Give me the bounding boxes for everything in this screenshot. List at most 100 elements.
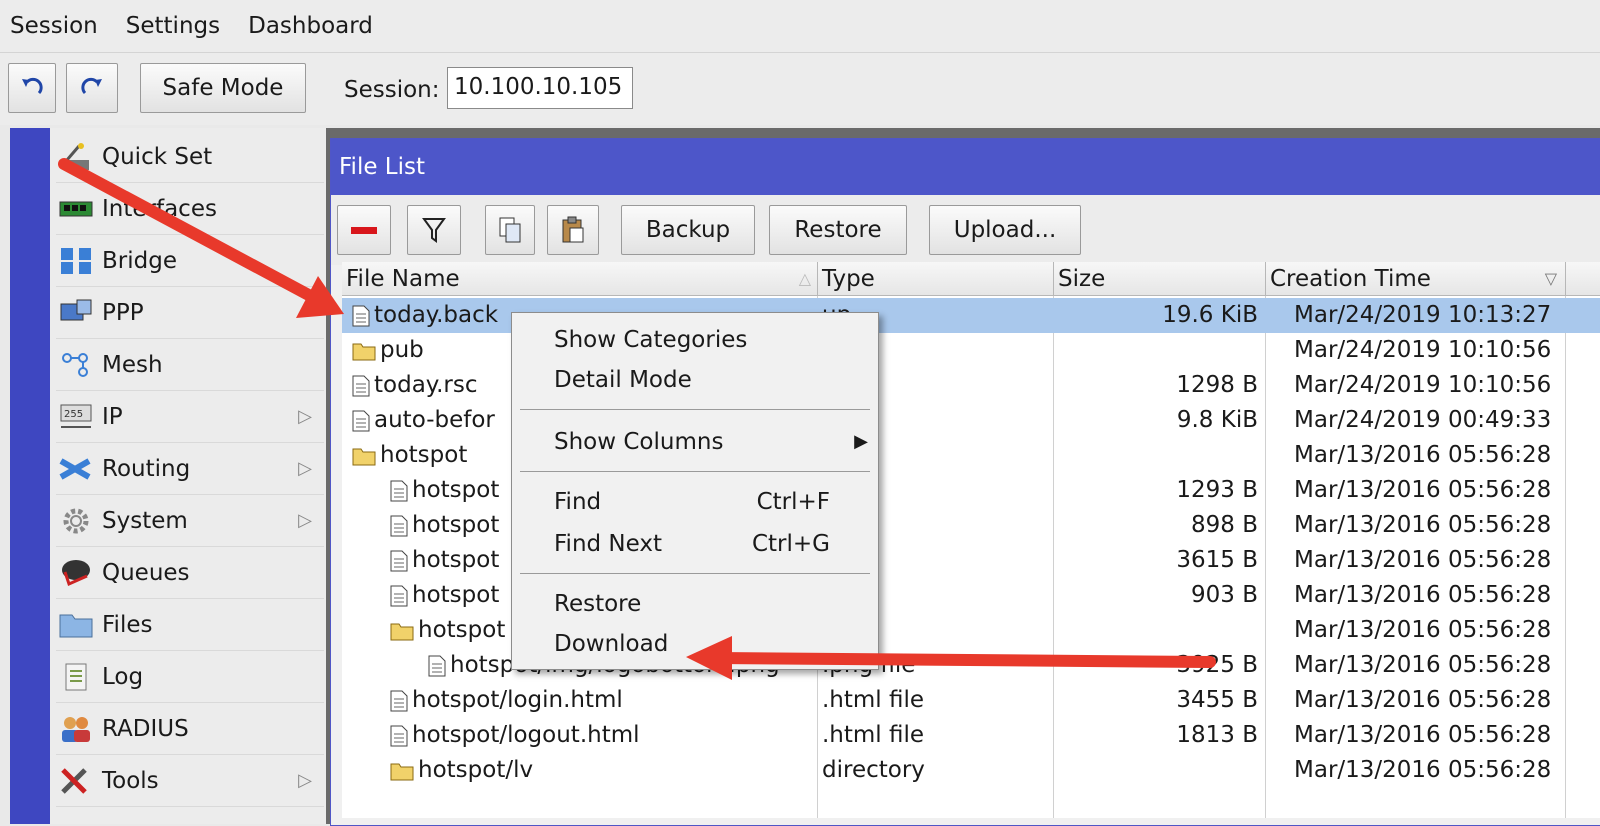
menu-settings[interactable]: Settings [112,0,234,52]
sidebar-item-label: System [102,508,188,534]
sidebar-item-bridge[interactable]: Bridge [56,236,324,287]
gear-icon [56,504,96,538]
remove-button[interactable] [337,205,391,255]
column-header-type[interactable]: Type [818,262,1054,296]
cell-creation-time: Mar/13/2016 05:56:28 [1294,722,1552,748]
shortcut-find: Ctrl+F [756,489,830,515]
menu-item-find[interactable]: Find Ctrl+F [554,485,866,519]
cell-creation-time: Mar/24/2019 00:49:33 [1294,407,1552,433]
sidebar-item-label: Routing [102,456,191,482]
cell-creation-time: Mar/24/2019 10:10:56 [1294,372,1552,398]
table-row[interactable]: hotspot/logout.html .html file 1813 B Mar/1… [342,718,1600,753]
sidebar-item-quick-set[interactable]: Quick Set [56,132,324,183]
file-icon [390,547,412,573]
main-toolbar: Safe Mode Session: 10.100.10.105 [0,53,1600,125]
cell-type: .html file [822,722,925,748]
redo-button[interactable] [66,63,118,113]
column-header-file-name[interactable]: File Name △ [342,262,818,296]
upload-button[interactable]: Upload... [929,205,1081,255]
cell-file-name: hotspot/lv [390,753,808,788]
cell-size: 1298 B [1176,372,1258,398]
sidebar-item-tools[interactable]: Tools ▷ [56,756,324,807]
folder-icon [352,442,380,468]
sidebar-item-label: Files [102,612,153,638]
folder-icon [352,337,380,363]
cell-size: 903 B [1191,582,1258,608]
sidebar-item-files[interactable]: Files [56,600,324,651]
sidebar-item-ppp[interactable]: PPP [56,288,324,339]
sidebar-item-label: RADIUS [102,716,189,742]
cell-creation-time: Mar/13/2016 05:56:28 [1294,582,1552,608]
undo-button[interactable] [8,63,56,113]
cell-size: 19.6 KiB [1162,302,1258,328]
backup-button[interactable]: Backup [621,205,755,255]
column-header-creation-time[interactable]: Creation Time ▽ [1266,262,1566,296]
session-field[interactable]: 10.100.10.105 [447,67,633,109]
sidebar-item-system[interactable]: System ▷ [56,496,324,547]
sidebar-item-label: Mesh [102,352,163,378]
sidebar-item-radius[interactable]: RADIUS [56,704,324,755]
cell-creation-time: Mar/13/2016 05:56:28 [1294,757,1552,783]
cell-size [1058,333,1258,368]
menu-item-restore[interactable]: Restore [554,587,866,621]
menu-session[interactable]: Session [0,0,112,52]
table-row[interactable]: hotspot/lv directory Mar/13/2016 05:56:28 [342,753,1600,788]
menu-item-detail-mode[interactable]: Detail Mode [554,363,866,397]
cell-creation-time: Mar/13/2016 05:56:28 [1294,442,1552,468]
menu-item-show-columns[interactable]: Show Columns ▶ [554,425,868,459]
sidebar-item-queues[interactable]: Queues [56,548,324,599]
paste-button[interactable] [547,205,599,255]
cell-size [1058,613,1258,648]
cell-size: 3455 B [1176,687,1258,713]
file-icon [352,302,374,328]
tools-icon [56,764,96,798]
column-menu-icon: ▽ [1544,269,1557,288]
sidebar-stripe [10,128,50,824]
cell-size: 3925 B [1176,652,1258,678]
restore-button[interactable]: Restore [769,205,907,255]
cell-creation-time: Mar/13/2016 05:56:28 [1294,687,1552,713]
copy-button[interactable] [485,205,535,255]
window-toolbar: Backup Restore Upload... [331,195,1600,265]
sidebar-item-ip[interactable]: 255 IP ▷ [56,392,324,443]
submenu-arrow-icon: ▷ [298,770,312,791]
safe-mode-button[interactable]: Safe Mode [140,63,306,113]
menu-item-find-next[interactable]: Find Next Ctrl+G [554,527,866,561]
cell-file-name: hotspot/logout.html [390,718,808,753]
cell-size [1058,438,1258,473]
menu-separator [520,471,870,472]
sort-asc-icon: △ [798,269,811,288]
cell-size: 3615 B [1176,547,1258,573]
table-row[interactable]: hotspot/login.html .html file 3455 B Mar/13… [342,683,1600,718]
folder-icon [390,757,418,783]
cell-size: 1293 B [1176,477,1258,503]
sidebar-item-label: Quick Set [102,144,213,170]
cell-creation-time: Mar/13/2016 05:56:28 [1294,652,1552,678]
sidebar-item-label: Tools [102,768,159,794]
users-icon [56,712,96,746]
mesh-icon [56,348,96,382]
window-title[interactable]: File List [331,139,1600,195]
sidebar-item-mesh[interactable]: Mesh [56,340,324,391]
cell-size: 9.8 KiB [1176,407,1258,433]
menu-bar: Session Settings Dashboard [0,0,1600,53]
minus-icon [351,226,377,234]
sidebar-item-interfaces[interactable]: Interfaces [56,184,324,235]
menu-separator [520,409,870,410]
file-icon [390,722,412,748]
sidebar-item-label: Bridge [102,248,177,274]
sidebar-item-log[interactable]: Log [56,652,324,703]
menu-dashboard[interactable]: Dashboard [234,0,387,52]
column-header-size[interactable]: Size [1054,262,1266,296]
context-menu: Show Categories Detail Mode Show Columns… [511,312,879,670]
menu-separator [520,573,870,574]
file-icon [428,652,450,678]
filter-button[interactable] [407,205,461,255]
sidebar-item-label: Interfaces [102,196,217,222]
sidebar-item-routing[interactable]: Routing ▷ [56,444,324,495]
sidebar-item-label: Queues [102,560,190,586]
sidebar-item-label: IP [102,404,123,430]
menu-item-show-categories[interactable]: Show Categories [554,323,866,357]
menu-item-download[interactable]: Download [554,627,866,661]
sidebar: Quick Set Interfaces Bridge PPP Mesh 255… [50,128,331,824]
